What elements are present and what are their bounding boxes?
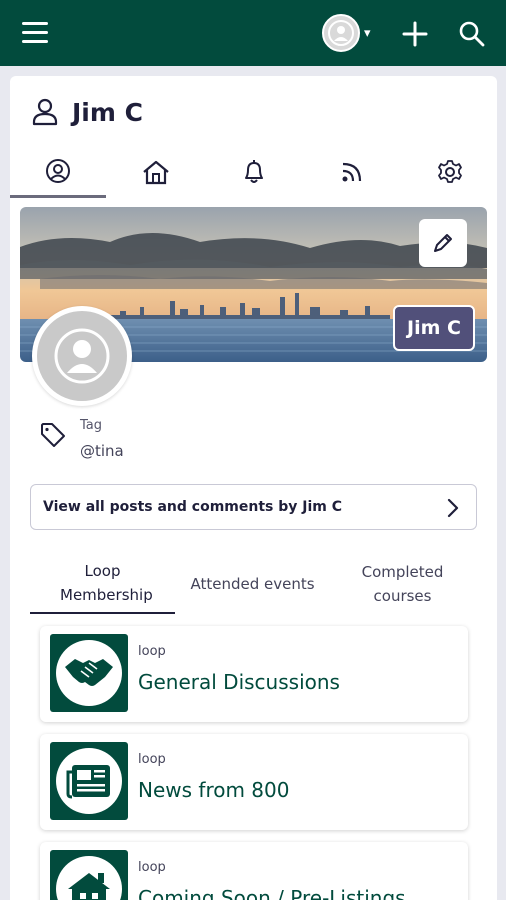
search-icon[interactable] <box>458 20 486 48</box>
house-icon <box>68 873 110 900</box>
membership-tabs: Loop Membership Attended events Complete… <box>30 554 477 614</box>
loop-type: loop <box>138 752 166 767</box>
tab-profile[interactable] <box>10 146 106 198</box>
tab-completed-courses-label: Completed courses <box>361 563 444 605</box>
chevron-right-icon <box>447 498 459 518</box>
gear-icon <box>438 160 462 183</box>
list-item[interactable]: loop General Discussions <box>40 626 468 722</box>
newspaper-icon <box>66 765 110 799</box>
handshake-icon <box>65 659 113 686</box>
loop-thumbnail <box>50 850 128 900</box>
profile-card: Jim C Jim C Tag @tina View all posts and… <box>10 76 497 900</box>
profile-tabs <box>10 146 497 198</box>
tag-label: Tag <box>80 418 103 433</box>
default-avatar-icon <box>54 328 110 384</box>
tab-loop-membership-label: Loop Membership <box>60 562 153 604</box>
list-item[interactable]: loop News from 800 <box>40 734 468 830</box>
tab-notifications[interactable] <box>206 146 302 198</box>
loop-type: loop <box>138 644 166 659</box>
tag-icon <box>41 423 65 447</box>
page-title-row: Jim C <box>32 96 143 128</box>
loop-thumbnail <box>50 634 128 712</box>
list-item[interactable]: loop Coming Soon / Pre-Listings <box>40 842 468 900</box>
tab-attended-events-label: Attended events <box>190 575 315 593</box>
tab-settings[interactable] <box>402 146 497 198</box>
plus-icon[interactable] <box>402 18 428 48</box>
loop-name: News from 800 <box>138 778 290 802</box>
name-badge: Jim C <box>393 305 475 351</box>
rss-icon <box>342 162 362 182</box>
pencil-icon <box>434 234 452 252</box>
loop-name: Coming Soon / Pre-Listings <box>138 886 406 900</box>
page-title: Jim C <box>72 97 143 127</box>
tab-completed-courses[interactable]: Completed courses <box>330 554 475 614</box>
top-bar: ▾ <box>0 0 506 66</box>
tab-loop-membership[interactable]: Loop Membership <box>30 554 175 614</box>
view-posts-button[interactable]: View all posts and comments by Jim C <box>30 484 477 530</box>
chevron-down-icon: ▾ <box>364 26 371 41</box>
account-menu-button[interactable]: ▾ <box>322 14 378 52</box>
loop-name: General Discussions <box>138 670 340 694</box>
tag-value: @tina <box>80 442 124 460</box>
home-icon <box>143 160 169 185</box>
user-circle-icon <box>46 158 70 183</box>
view-posts-label: View all posts and comments by Jim C <box>43 499 343 515</box>
profile-avatar[interactable] <box>32 306 132 406</box>
hamburger-menu-icon[interactable] <box>22 22 48 44</box>
tab-feed[interactable] <box>304 146 400 198</box>
user-avatar-icon <box>322 14 360 52</box>
tab-home[interactable] <box>108 146 204 198</box>
loop-type: loop <box>138 860 166 875</box>
bell-icon <box>245 160 263 183</box>
loop-thumbnail <box>50 742 128 820</box>
edit-cover-button[interactable] <box>419 219 467 267</box>
tab-attended-events[interactable]: Attended events <box>180 554 325 614</box>
user-icon <box>32 98 58 126</box>
